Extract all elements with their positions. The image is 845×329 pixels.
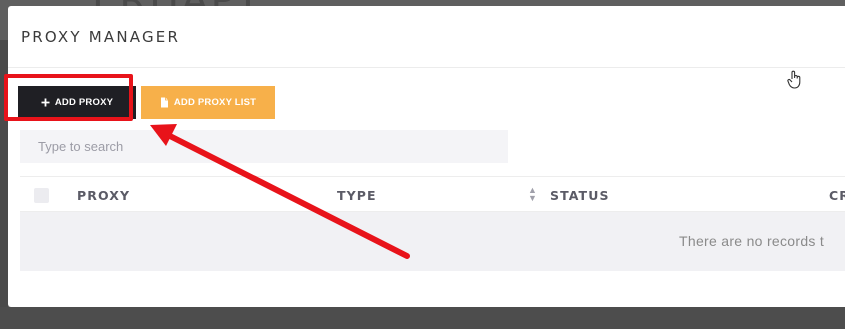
proxy-manager-modal: PROXY MANAGER ADD PROXY ADD PROXY LIST P… bbox=[8, 6, 845, 307]
proxy-table: PROXY TYPE ▲▼ STATUS CR There are no rec… bbox=[20, 176, 845, 271]
sort-icon[interactable]: ▲ ▼ bbox=[528, 186, 537, 203]
add-proxy-list-label: ADD PROXY LIST bbox=[173, 97, 257, 108]
empty-table-message: There are no records t bbox=[679, 233, 825, 249]
add-proxy-label: ADD PROXY bbox=[54, 97, 114, 108]
add-proxy-button[interactable]: ADD PROXY bbox=[18, 86, 136, 119]
table-body: There are no records t bbox=[20, 212, 845, 271]
modal-header: PROXY MANAGER bbox=[8, 6, 845, 68]
plus-icon bbox=[41, 98, 50, 107]
modal-title: PROXY MANAGER bbox=[21, 27, 181, 46]
select-all-checkbox[interactable] bbox=[34, 188, 49, 203]
search-input[interactable] bbox=[20, 130, 508, 163]
backdrop-bottom bbox=[0, 307, 845, 329]
column-header-cr[interactable]: CR bbox=[829, 188, 845, 203]
hand-cursor-icon bbox=[787, 70, 803, 95]
add-proxy-list-button[interactable]: ADD PROXY LIST bbox=[141, 86, 275, 119]
column-header-proxy[interactable]: PROXY bbox=[77, 188, 130, 203]
backdrop-strip bbox=[0, 40, 8, 320]
column-header-status[interactable]: STATUS bbox=[550, 188, 610, 203]
file-icon bbox=[160, 97, 169, 108]
column-header-type[interactable]: TYPE bbox=[337, 188, 377, 203]
table-header: PROXY TYPE ▲▼ STATUS CR bbox=[20, 176, 845, 212]
